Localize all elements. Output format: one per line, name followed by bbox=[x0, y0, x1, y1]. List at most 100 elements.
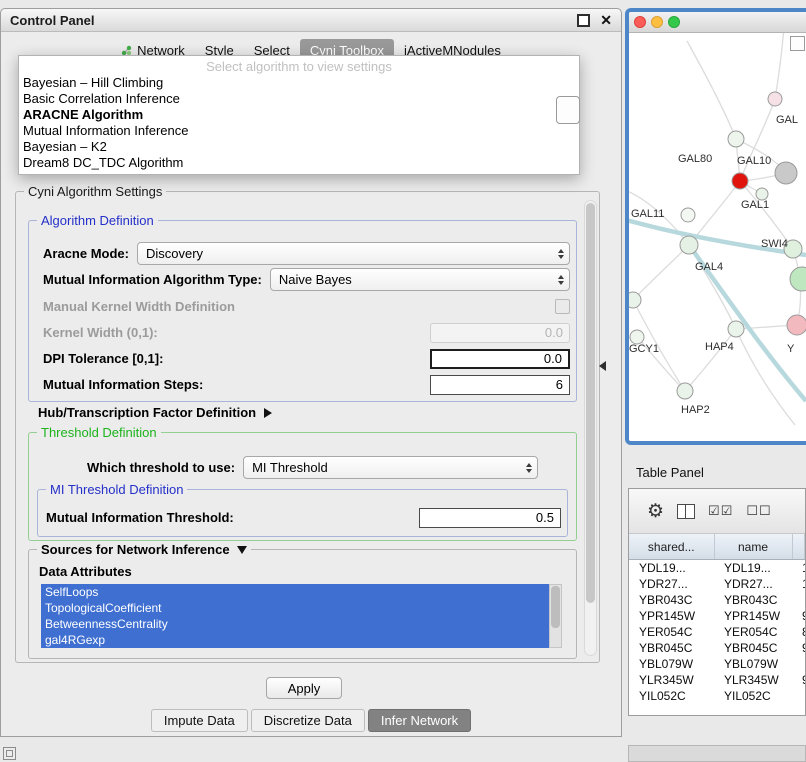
table-cell bbox=[792, 688, 805, 704]
float-window-icon[interactable] bbox=[577, 14, 590, 27]
network-node[interactable] bbox=[681, 208, 695, 222]
scrollbar-thumb[interactable] bbox=[586, 203, 595, 603]
close-traffic-light-icon[interactable] bbox=[634, 16, 646, 28]
table-cell: YER054C bbox=[714, 624, 792, 640]
table-cell: YLR345W bbox=[629, 672, 714, 688]
mi-type-row: Mutual Information Algorithm Type: Naive… bbox=[29, 269, 576, 290]
manual-kernel-checkbox[interactable] bbox=[555, 299, 570, 314]
network-edge bbox=[633, 245, 689, 300]
unchecked-checkboxes-icon[interactable]: ☐☐ bbox=[746, 503, 771, 519]
table-cell: YBL079W bbox=[629, 656, 714, 672]
algorithm-option[interactable]: ARACNE Algorithm bbox=[19, 107, 579, 123]
node-label: GAL11 bbox=[631, 208, 664, 220]
network-canvas[interactable]: GALGAL80GAL10GAL11GAL1SWI4GAL4GCY1HAP4YH… bbox=[629, 33, 806, 442]
network-edge bbox=[775, 33, 784, 99]
table-row[interactable]: YBL079WYBL079W bbox=[629, 656, 805, 672]
kernel-width-field: 0.0 bbox=[430, 323, 570, 343]
minimize-traffic-light-icon[interactable] bbox=[651, 16, 663, 28]
attribute-item[interactable]: BetweennessCentrality bbox=[41, 616, 549, 632]
sources-group-title[interactable]: Sources for Network Inference bbox=[37, 542, 251, 557]
manual-kernel-row: Manual Kernel Width Definition bbox=[29, 296, 576, 317]
column-header[interactable]: shared... bbox=[629, 534, 714, 560]
bottom-tab-infer-network[interactable]: Infer Network bbox=[368, 709, 471, 732]
network-node[interactable] bbox=[630, 330, 644, 344]
updown-arrows-icon bbox=[558, 275, 564, 285]
table-cell: YDL19... bbox=[629, 560, 714, 577]
table-horizontal-scrollbar[interactable] bbox=[628, 745, 806, 762]
collapse-triangle-icon bbox=[237, 546, 247, 554]
mi-steps-row: Mutual Information Steps: 6 bbox=[29, 374, 576, 395]
column-header[interactable]: name bbox=[714, 534, 792, 560]
algorithm-option[interactable]: Dream8 DC_TDC Algorithm bbox=[19, 155, 579, 171]
scrollbar-thumb[interactable] bbox=[551, 586, 560, 628]
popup-placeholder: Select algorithm to view settings bbox=[19, 56, 579, 75]
node-label: HAP2 bbox=[681, 404, 710, 416]
table-row[interactable]: YPR145WYPR145W9. bbox=[629, 608, 805, 624]
node-label: GAL80 bbox=[678, 153, 712, 165]
mi-type-label: Mutual Information Algorithm Type: bbox=[43, 272, 262, 287]
mi-type-select[interactable]: Naive Bayes bbox=[270, 268, 570, 291]
mi-steps-field[interactable]: 6 bbox=[430, 375, 570, 395]
which-threshold-row: Which threshold to use: MI Threshold bbox=[29, 457, 576, 478]
network-node[interactable] bbox=[775, 162, 797, 184]
table-cell: YBR045C bbox=[629, 640, 714, 656]
table-row[interactable]: YDL19...YDL19...13 bbox=[629, 560, 805, 577]
aracne-mode-select[interactable]: Discovery bbox=[137, 242, 570, 265]
apply-button[interactable]: Apply bbox=[266, 677, 342, 699]
algorithm-option[interactable]: Bayesian – Hill Climbing bbox=[19, 75, 579, 91]
network-node[interactable] bbox=[768, 92, 782, 106]
node-label: GAL bbox=[776, 114, 798, 126]
network-node[interactable] bbox=[629, 292, 641, 308]
attribute-item[interactable]: TopologicalCoefficient bbox=[41, 600, 549, 616]
table-row[interactable]: YLR345WYLR345W9. bbox=[629, 672, 805, 688]
columns-icon[interactable] bbox=[677, 504, 695, 519]
table-row[interactable]: YIL052CYIL052C bbox=[629, 688, 805, 704]
sources-title-text: Sources for Network Inference bbox=[41, 542, 230, 557]
control-panel-titlebar[interactable]: Control Panel ✕ bbox=[1, 9, 621, 32]
dpi-tolerance-field[interactable]: 0.0 bbox=[430, 349, 570, 369]
table-cell: YIL052C bbox=[714, 688, 792, 704]
mi-type-value: Naive Bayes bbox=[279, 272, 352, 287]
network-window-titlebar[interactable] bbox=[629, 12, 806, 33]
algorithm-option[interactable]: Bayesian – K2 bbox=[19, 139, 579, 155]
hub-definition-section[interactable]: Hub/Transcription Factor Definition bbox=[38, 405, 272, 420]
table-cell: YBR045C bbox=[714, 640, 792, 656]
attributes-scrollbar[interactable] bbox=[549, 584, 562, 648]
table-cell: YLR345W bbox=[714, 672, 792, 688]
mi-threshold-field[interactable]: 0.5 bbox=[419, 508, 561, 528]
zoom-traffic-light-icon[interactable] bbox=[668, 16, 680, 28]
table-row[interactable]: YDR27...YDR27...12 bbox=[629, 576, 805, 592]
table-toolbar: ⚙ ☑☑ ☐☐ bbox=[629, 489, 805, 534]
bottom-tab-discretize-data[interactable]: Discretize Data bbox=[251, 709, 365, 732]
table-panel-title: Table Panel bbox=[636, 465, 704, 480]
which-threshold-select[interactable]: MI Threshold bbox=[243, 456, 538, 479]
network-view-window: GALGAL80GAL10GAL11GAL1SWI4GAL4GCY1HAP4YH… bbox=[625, 8, 806, 445]
table-row[interactable]: YBR045CYBR045C9. bbox=[629, 640, 805, 656]
network-node[interactable] bbox=[677, 383, 693, 399]
table-row[interactable]: YER054CYER054C8. bbox=[629, 624, 805, 640]
checked-checkboxes-icon[interactable]: ☑☑ bbox=[708, 503, 733, 519]
algorithm-option[interactable]: Basic Correlation Inference bbox=[19, 91, 579, 107]
node-table-body: YDL19...YDL19...13YDR27...YDR27...12YBR0… bbox=[629, 560, 805, 705]
column-header[interactable] bbox=[792, 534, 805, 560]
panel-collapse-arrow[interactable] bbox=[599, 361, 606, 371]
gear-icon[interactable]: ⚙ bbox=[647, 502, 664, 521]
network-node[interactable] bbox=[732, 173, 748, 189]
network-node[interactable] bbox=[790, 267, 806, 291]
table-cell: YBR043C bbox=[629, 592, 714, 608]
attribute-item[interactable]: gal4RGexp bbox=[41, 632, 549, 648]
bottom-tab-impute-data[interactable]: Impute Data bbox=[151, 709, 248, 732]
algorithm-option[interactable]: Mutual Information Inference bbox=[19, 123, 579, 139]
network-node[interactable] bbox=[728, 131, 744, 147]
settings-scrollbar[interactable] bbox=[584, 200, 597, 656]
table-row[interactable]: YBR043CYBR043C bbox=[629, 592, 805, 608]
dock-panel-icon[interactable] bbox=[3, 747, 16, 760]
data-attributes-list[interactable]: SelfLoopsTopologicalCoefficientBetweenne… bbox=[41, 584, 549, 648]
attribute-item[interactable]: SelfLoops bbox=[41, 584, 549, 600]
dpi-tolerance-row: DPI Tolerance [0,1]: 0.0 bbox=[29, 348, 576, 369]
network-node[interactable] bbox=[680, 236, 698, 254]
network-node[interactable] bbox=[728, 321, 744, 337]
network-node[interactable] bbox=[787, 315, 806, 335]
close-icon[interactable]: ✕ bbox=[600, 13, 612, 27]
node-table: shared...name YDL19...YDL19...13YDR27...… bbox=[629, 534, 805, 704]
